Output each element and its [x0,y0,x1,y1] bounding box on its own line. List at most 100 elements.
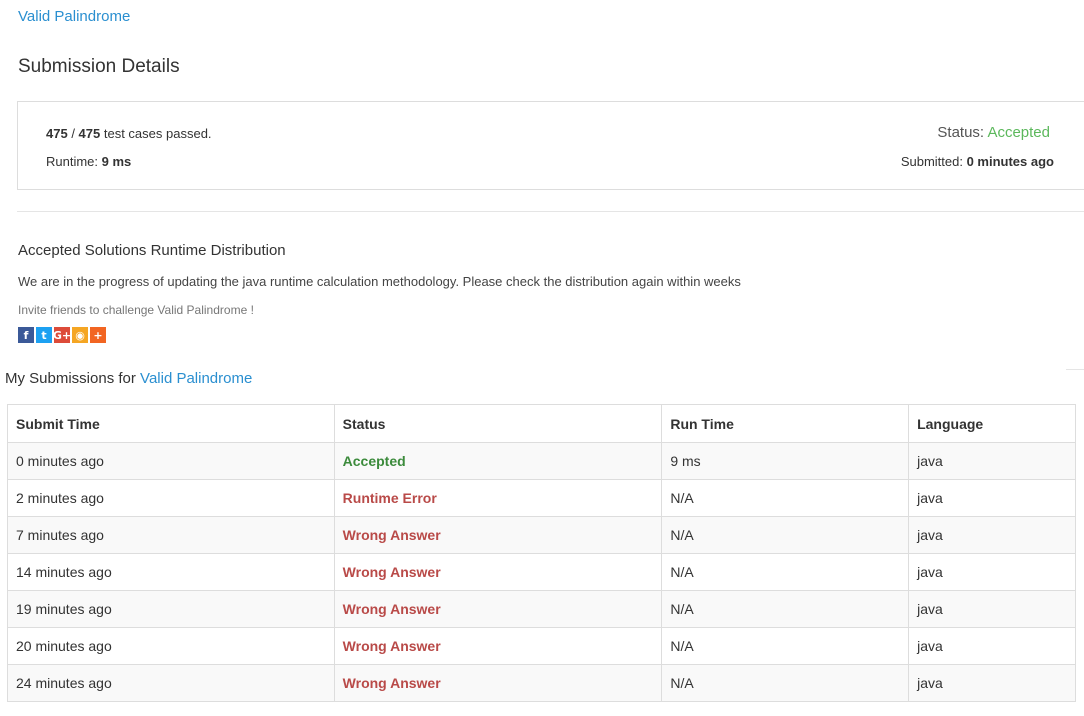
cases-suffix: test cases passed. [100,126,212,141]
status-cell: Wrong Answer [333,627,663,665]
submit-time-cell: 14 minutes ago [16,564,112,580]
status-link[interactable]: Wrong Answer [343,675,441,691]
run-time-cell: 9 ms [670,453,701,469]
page-title: Submission Details [18,56,180,77]
status-cell: Wrong Answer [333,590,663,628]
language-cell: java [917,490,943,506]
submitted-summary: Submitted: 0 minutes ago [901,154,1054,169]
run-time-cell: N/A [670,638,694,654]
problem-title-link[interactable]: Valid Palindrome [18,8,130,25]
status-link[interactable]: Wrong Answer [343,564,441,580]
run-time-cell: N/A [670,601,694,617]
status-cell: Wrong Answer [333,553,663,591]
run-time-cell: N/A [661,627,910,665]
run-time-cell: N/A [670,490,694,506]
table-row: 19 minutes ago Wrong Answer N/A java [7,590,1076,628]
run-time-cell: 9 ms [661,442,910,480]
section-divider [17,211,1084,212]
status-link[interactable]: Accepted [343,453,406,469]
table-row: 14 minutes ago Wrong Answer N/A java [7,553,1076,591]
run-time-cell: N/A [661,664,910,702]
my-submissions-heading: My Submissions for Valid Palindrome [5,370,252,387]
language-cell: java [917,601,943,617]
submit-time-cell: 7 minutes ago [16,527,104,543]
status-summary: Status: Accepted [937,124,1050,141]
run-time-cell: N/A [661,479,910,517]
cases-total: 475 [78,126,101,141]
table-row: 2 minutes ago Runtime Error N/A java [7,479,1076,517]
more-share-icon[interactable]: + [90,327,106,343]
cases-passed: 475 [46,126,68,141]
submit-time-cell: 2 minutes ago [16,490,104,506]
cases-separator: / [67,126,79,141]
submit-time-cell: 20 minutes ago [16,638,112,654]
distribution-note: We are in the progress of updating the j… [18,274,741,289]
submit-time-cell: 19 minutes ago [7,590,335,628]
submit-time-cell: 7 minutes ago [7,516,335,554]
status-cell: Runtime Error [333,479,663,517]
header-submit-time: Submit Time [7,404,335,443]
my-submissions-label: My Submissions for [5,370,141,387]
submissions-table: Submit Time Status Run Time Language 0 m… [7,404,1076,702]
distribution-title: Accepted Solutions Runtime Distribution [18,242,286,259]
status-link[interactable]: Wrong Answer [343,638,441,654]
run-time-cell: N/A [670,564,694,580]
run-time-cell: N/A [670,675,694,691]
submitted-label: Submitted: [900,154,967,169]
run-time-cell: N/A [670,527,694,543]
run-time-cell: N/A [661,553,910,591]
submit-time-cell: 0 minutes ago [7,442,335,480]
runtime-label: Runtime: [46,154,102,169]
status-label: Status: [937,124,988,141]
submit-time-cell: 24 minutes ago [16,675,112,691]
table-row: 24 minutes ago Wrong Answer N/A java [7,664,1076,702]
share-icons: f t G+ ◉ + [18,327,106,343]
submit-time-cell: 20 minutes ago [7,627,335,665]
table-header-row: Submit Time Status Run Time Language [7,404,1076,443]
invite-text: Invite friends to challenge Valid Palind… [18,303,254,317]
heading-rule [1066,369,1084,370]
language-cell: java [908,627,1076,665]
language-cell: java [917,564,943,580]
run-time-cell: N/A [661,590,910,628]
language-cell: java [908,664,1076,702]
submit-time-cell: 19 minutes ago [16,601,112,617]
submit-time-cell: 0 minutes ago [16,453,104,469]
test-cases-summary: 475 / 475 test cases passed. [46,126,212,141]
twitter-icon[interactable]: t [36,327,52,343]
submission-page: Valid Palindrome Submission Details 475 … [0,0,1084,716]
language-cell: java [917,675,943,691]
language-cell: java [908,590,1076,628]
runtime-summary: Runtime: 9 ms [46,154,131,169]
language-cell: java [908,479,1076,517]
submit-time-cell: 24 minutes ago [7,664,335,702]
google-plus-icon[interactable]: G+ [53,327,71,343]
status-value: Accepted [987,124,1050,141]
table-row: 7 minutes ago Wrong Answer N/A java [7,516,1076,554]
language-cell: java [917,638,943,654]
header-language: Language [908,404,1076,443]
status-link[interactable]: Wrong Answer [343,601,441,617]
run-time-cell: N/A [661,516,910,554]
language-cell: java [908,553,1076,591]
my-submissions-problem-link[interactable]: Valid Palindrome [140,370,252,387]
table-row: 0 minutes ago Accepted 9 ms java [7,442,1076,480]
facebook-icon[interactable]: f [18,327,34,343]
header-status: Status [333,404,663,443]
submit-time-cell: 14 minutes ago [7,553,335,591]
table-row: 20 minutes ago Wrong Answer N/A java [7,627,1076,665]
status-link[interactable]: Runtime Error [343,490,437,506]
status-cell: Accepted [333,442,663,480]
status-cell: Wrong Answer [333,516,663,554]
submit-time-cell: 2 minutes ago [7,479,335,517]
status-cell: Wrong Answer [333,664,663,702]
weibo-icon[interactable]: ◉ [72,327,88,343]
submitted-value: 0 minutes ago [966,154,1054,169]
language-cell: java [917,453,943,469]
status-link[interactable]: Wrong Answer [343,527,441,543]
language-cell: java [908,516,1076,554]
language-cell: java [917,527,943,543]
header-run-time: Run Time [661,404,910,443]
submission-details-box: 475 / 475 test cases passed. Runtime: 9 … [17,101,1084,190]
language-cell: java [908,442,1076,480]
